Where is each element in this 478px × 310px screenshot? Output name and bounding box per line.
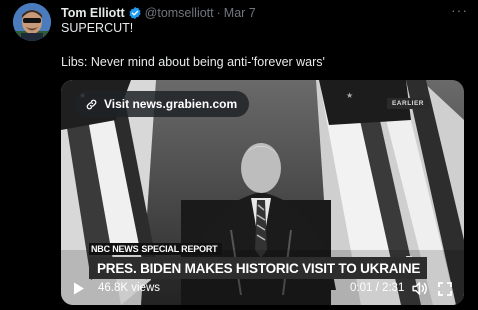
author-name[interactable]: Tom Elliott (61, 6, 125, 20)
verified-badge-icon (129, 6, 141, 20)
video-player[interactable]: ★ ★ Visit ne (61, 80, 464, 305)
nbc-news-label: NBC NEWS (91, 244, 139, 254)
ticker-brand: NBC NEWS SPECIAL REPORT (89, 243, 223, 255)
svg-text:★: ★ (346, 91, 353, 100)
avatar[interactable] (13, 3, 51, 41)
tweet-text-line-2: Libs: Never mind about being anti-'forev… (61, 55, 325, 69)
video-controls: 46.8K views 0:01 / 2:31 (61, 271, 464, 305)
volume-icon[interactable] (411, 280, 428, 297)
link-icon (86, 99, 97, 109)
tweet-text-line-1: SUPERCUT! (61, 21, 134, 35)
avatar-image (13, 3, 51, 41)
more-options-icon[interactable]: ··· (451, 2, 468, 18)
earlier-badge: EARLIER (386, 98, 429, 109)
tweet-header: Tom Elliott @tomselliott · Mar 7 (61, 4, 461, 22)
play-icon[interactable] (73, 282, 85, 295)
special-report-label: SPECIAL REPORT (141, 244, 218, 254)
author-handle[interactable]: @tomselliott (145, 6, 214, 20)
video-time: 0:01 / 2:31 (350, 282, 405, 294)
visit-site-label: Visit news.grabien.com (104, 97, 238, 111)
fullscreen-icon[interactable] (438, 282, 452, 296)
visit-site-link[interactable]: Visit news.grabien.com (75, 91, 250, 117)
separator-dot: · (216, 6, 221, 20)
view-count: 46.8K views (98, 282, 161, 294)
tweet-date[interactable]: Mar 7 (224, 6, 256, 20)
